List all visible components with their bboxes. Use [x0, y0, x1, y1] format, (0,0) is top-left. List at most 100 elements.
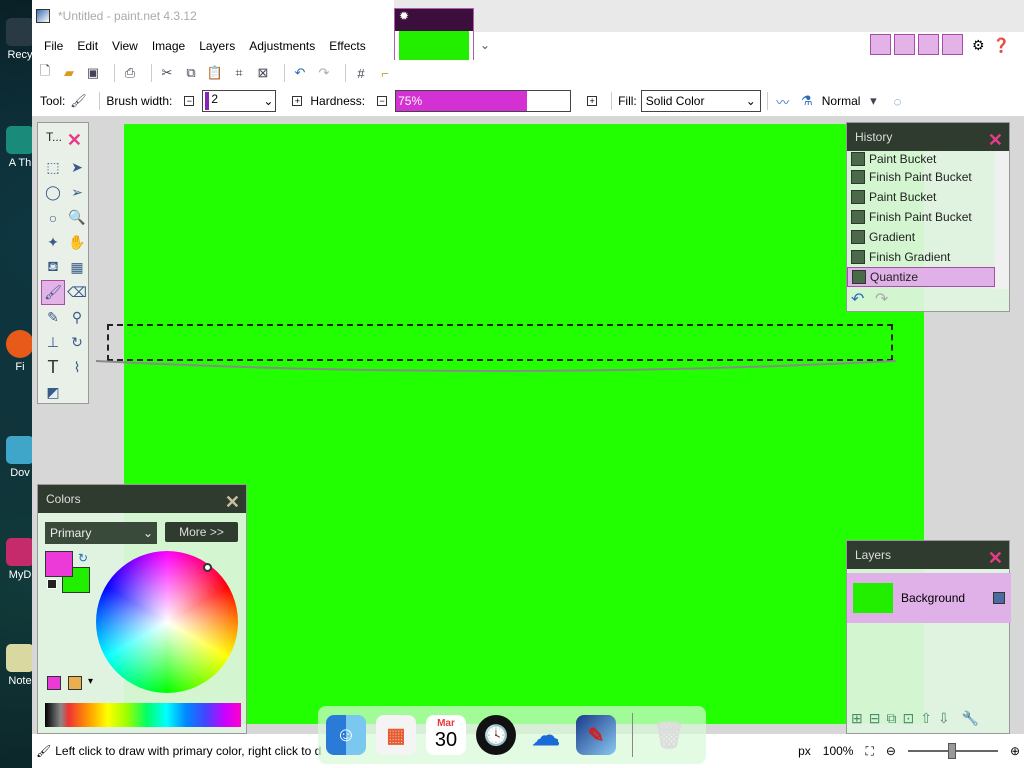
paintbrush-icon[interactable]: 🖌	[41, 280, 65, 305]
layer-visibility-checkbox[interactable]	[993, 592, 1005, 604]
brush-width-field[interactable]: 2 ⌄	[202, 90, 277, 112]
menu-adjustments[interactable]: Adjustments	[249, 39, 315, 53]
help-icon[interactable]: ❓	[993, 37, 1010, 54]
delete-layer-icon[interactable]: ⊟	[869, 710, 881, 727]
close-icon[interactable]: ✕	[67, 126, 82, 154]
calendar-icon[interactable]: Mar 30	[426, 715, 466, 755]
history-item[interactable]: Paint Bucket	[847, 187, 995, 207]
onedrive-icon[interactable]: ☁	[526, 715, 566, 755]
fill-select[interactable]: Solid Color ⌄	[640, 90, 761, 112]
layer-row[interactable]: Background	[847, 573, 1011, 623]
blend-mode-icon[interactable]: ⚗	[798, 92, 816, 110]
tab-list-chevron-icon[interactable]: ⌄	[480, 38, 490, 52]
blend-mode-value[interactable]: Normal	[822, 94, 861, 108]
print-icon[interactable]: ⎙	[121, 64, 139, 82]
history-item[interactable]: Finish Paint Bucket	[847, 167, 995, 187]
move-selected-icon[interactable]: ➤	[65, 155, 89, 180]
redo-icon[interactable]: ↷	[315, 64, 333, 82]
add-to-palette-icon[interactable]	[47, 676, 61, 690]
finder-icon[interactable]: ☺	[326, 715, 366, 755]
hardness-decrease-icon[interactable]: −	[377, 96, 388, 106]
recolor-icon[interactable]: ↻	[65, 330, 89, 355]
zoom-out-icon[interactable]: ⊖	[886, 744, 896, 758]
zoom-value[interactable]: 100%	[823, 744, 854, 758]
new-file-icon[interactable]: 🗋	[36, 63, 54, 82]
gear-icon[interactable]: ⚙	[972, 37, 985, 54]
selection-mode-icon[interactable]: ◌	[888, 92, 906, 110]
undo-icon[interactable]: ↶	[851, 291, 864, 308]
deselect-icon[interactable]: ⊠	[254, 64, 272, 82]
swap-colors-icon[interactable]: ↻	[78, 551, 88, 565]
brush-width-value[interactable]: 2	[205, 92, 262, 110]
eraser-icon[interactable]: ⌫	[65, 280, 89, 305]
chevron-down-icon[interactable]: ⌄	[263, 94, 273, 108]
crop-icon[interactable]: ⌗	[230, 64, 248, 82]
menu-image[interactable]: Image	[152, 39, 185, 53]
color-mode-select[interactable]: Primary ⌄	[45, 522, 157, 544]
history-item[interactable]: Paint Bucket	[847, 151, 995, 167]
image-tab-header[interactable]: ✹	[395, 9, 473, 31]
pencil-icon[interactable]: ✎	[41, 305, 65, 330]
layers-panel-toggle-icon[interactable]	[918, 34, 939, 55]
pan-hand-icon[interactable]: ✋	[65, 230, 89, 255]
chevron-down-icon[interactable]: ▾	[864, 92, 882, 110]
menu-effects[interactable]: Effects	[329, 39, 365, 53]
colors-panel-toggle-icon[interactable]	[942, 34, 963, 55]
text-icon[interactable]: T	[41, 355, 65, 380]
clock-icon[interactable]: 🕓	[476, 715, 516, 755]
move-layer-down-icon[interactable]: ⇩	[938, 710, 950, 727]
brush-width-decrease-icon[interactable]: −	[184, 96, 195, 106]
redo-icon[interactable]: ↷	[875, 291, 888, 308]
brush-width-increase-icon[interactable]: +	[292, 96, 303, 106]
close-icon[interactable]: ✕	[225, 488, 240, 516]
rectangle-select-icon[interactable]: ⬚	[41, 155, 65, 180]
primary-color-swatch[interactable]	[45, 551, 73, 577]
paste-icon[interactable]: 📋	[206, 64, 224, 82]
open-folder-icon[interactable]: ▰	[60, 64, 78, 82]
zoom-slider-handle[interactable]	[947, 743, 956, 759]
menu-view[interactable]: View	[112, 39, 138, 53]
duplicate-layer-icon[interactable]: ⧉	[886, 710, 896, 727]
hardness-slider[interactable]: 75%	[395, 90, 572, 112]
tools-panel-header[interactable]: T... ✕	[38, 123, 88, 151]
zoom-in-icon[interactable]: ⊕	[1010, 744, 1020, 758]
copy-icon[interactable]: ⧉	[182, 64, 200, 82]
history-scrollbar[interactable]	[995, 151, 1009, 289]
fit-to-window-icon[interactable]: ⛶	[865, 744, 873, 759]
ruler-icon[interactable]: ⌐	[376, 64, 394, 82]
history-item[interactable]: Gradient	[847, 227, 995, 247]
history-item[interactable]: Finish Paint Bucket	[847, 207, 995, 227]
more-colors-button[interactable]: More >>	[165, 522, 238, 542]
units-value[interactable]: px	[798, 744, 811, 758]
trash-icon[interactable]: 🗑	[649, 715, 689, 755]
close-icon[interactable]: ✕	[988, 544, 1003, 572]
menu-file[interactable]: File	[44, 39, 63, 53]
menu-layers[interactable]: Layers	[199, 39, 235, 53]
menu-edit[interactable]: Edit	[77, 39, 98, 53]
grid-icon[interactable]: #	[352, 64, 370, 82]
zoom-slider[interactable]	[907, 743, 998, 759]
layer-properties-icon[interactable]: 🔧	[962, 710, 979, 727]
palette-menu-icon[interactable]	[68, 676, 82, 690]
history-item[interactable]: Finish Gradient	[847, 247, 995, 267]
paintbrush-tool-icon[interactable]: 🖌	[69, 92, 87, 110]
color-picker-icon[interactable]: ⚲	[65, 305, 89, 330]
ellipse-select-icon[interactable]: ○	[41, 205, 65, 230]
move-selection-icon[interactable]: ➢	[65, 180, 89, 205]
color-wheel[interactable]	[96, 551, 238, 693]
history-panel-toggle-icon[interactable]	[894, 34, 915, 55]
shapes-icon[interactable]: ◩	[41, 380, 65, 405]
title-bar[interactable]: *Untitled - paint.net 4.3.12	[32, 0, 394, 32]
zoom-icon[interactable]: 🔍	[65, 205, 89, 230]
paint-bucket-icon[interactable]: ⛾	[41, 255, 65, 280]
cut-icon[interactable]: ✂	[158, 64, 176, 82]
undo-icon[interactable]: ↶	[291, 64, 309, 82]
clone-stamp-icon[interactable]: ⊥	[41, 330, 65, 355]
line-curve-icon[interactable]: ⌇	[65, 355, 89, 380]
save-icon[interactable]: ▣	[84, 64, 102, 82]
history-panel-header[interactable]: History ✕	[847, 123, 1009, 151]
merge-layer-icon[interactable]: ⊡	[902, 710, 914, 727]
tools-panel-toggle-icon[interactable]	[870, 34, 891, 55]
colors-panel-header[interactable]: Colors ✕	[38, 485, 246, 513]
chevron-down-icon[interactable]: ▾	[88, 676, 93, 687]
